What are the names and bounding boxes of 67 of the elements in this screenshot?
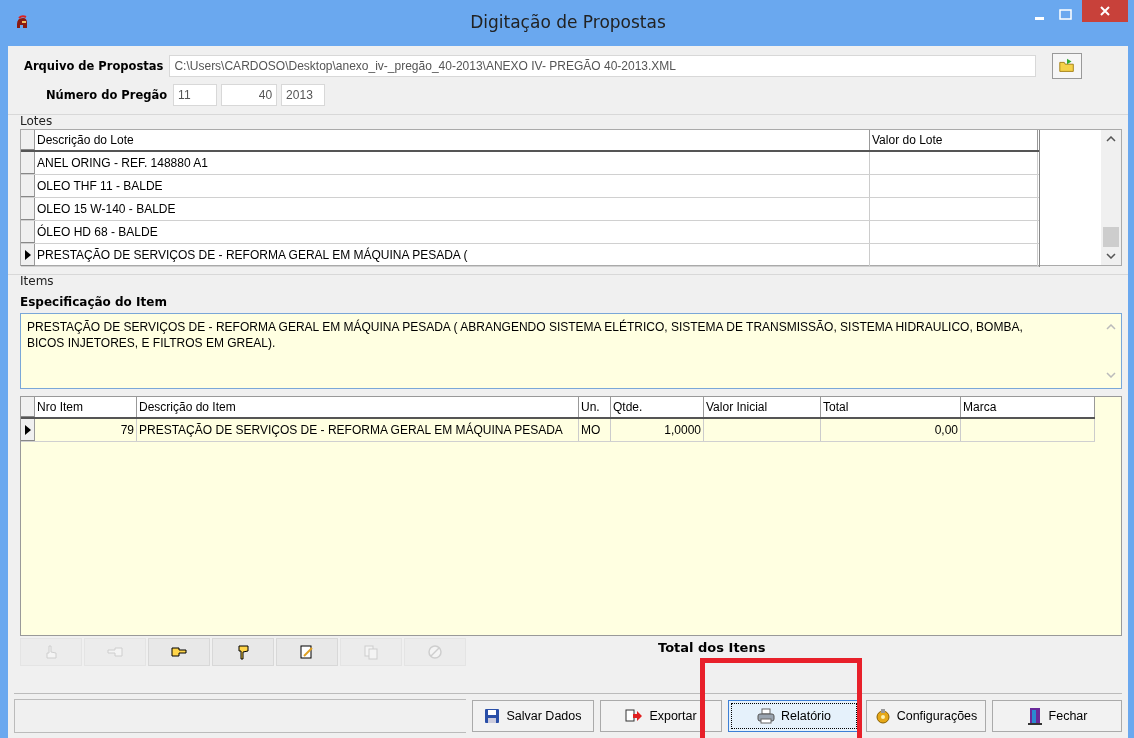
table-cell[interactable]: 79 xyxy=(35,419,137,441)
row-header-cell[interactable] xyxy=(21,244,35,266)
hand-icon xyxy=(235,644,251,660)
field-label: Número do Pregão xyxy=(46,88,168,102)
table-cell[interactable]: ANEL ORING - REF. 148880 A1 xyxy=(35,152,870,174)
config-button[interactable]: Configurações xyxy=(866,700,986,732)
scroll-up-icon[interactable] xyxy=(1106,136,1116,142)
pregao-number-field[interactable]: 11 xyxy=(173,84,218,106)
table-cell[interactable]: OLEO 15 W-140 - BALDE xyxy=(35,198,870,220)
table-cell[interactable]: 1,0000 xyxy=(611,419,704,441)
column-header[interactable]: Marca xyxy=(961,397,1095,417)
row-header-cell[interactable] xyxy=(21,221,35,243)
scroll-thumb[interactable] xyxy=(1103,227,1119,247)
row-header-cell[interactable] xyxy=(21,175,35,197)
pregao-number-field[interactable]: 2013 xyxy=(281,84,326,106)
table-cell[interactable]: PRESTAÇÃO DE SERVIÇOS DE - REFORMA GERAL EM MÁQUINA PESADA ( xyxy=(35,244,870,266)
table-cell[interactable]: ÓLEO HD 68 - BALDE xyxy=(35,221,870,243)
table-cell[interactable]: OLEO THF 11 - BALDE xyxy=(35,175,870,197)
hand-icon xyxy=(43,644,59,660)
window-title: Digitação de Propostas xyxy=(470,12,666,32)
nav-down-button[interactable] xyxy=(212,638,274,666)
printer-icon xyxy=(757,708,775,724)
table-cell[interactable]: 0,00 xyxy=(821,419,961,441)
gear-hand-icon xyxy=(874,708,891,724)
column-header[interactable]: Un. xyxy=(579,397,611,417)
scrollbar[interactable] xyxy=(1101,130,1121,265)
close-button[interactable] xyxy=(1082,0,1128,22)
column-header[interactable]: Descrição do Item xyxy=(137,397,579,417)
table-cell[interactable]: MO xyxy=(579,419,611,441)
column-header[interactable]: Total xyxy=(821,397,961,417)
field-label: Arquivo de Propostas xyxy=(24,59,164,73)
document-edit-icon xyxy=(299,644,315,660)
column-header[interactable]: Descrição do Lote xyxy=(35,130,870,150)
row-header-cell[interactable] xyxy=(21,198,35,220)
row-pointer-icon xyxy=(23,423,32,436)
close-icon xyxy=(1100,6,1110,16)
row-header-cell[interactable] xyxy=(21,419,35,441)
column-header[interactable]: Valor Inicial xyxy=(704,397,821,417)
row-pointer-icon xyxy=(23,248,32,261)
export-arrow-icon xyxy=(625,708,644,724)
folder-icon xyxy=(1058,57,1077,75)
print-button[interactable]: Relatório xyxy=(728,700,860,732)
column-header[interactable]: Qtde. xyxy=(611,397,704,417)
app-helmet-icon xyxy=(14,15,30,31)
nav-edit-button[interactable] xyxy=(276,638,338,666)
nav-right-button[interactable] xyxy=(148,638,210,666)
column-header[interactable]: Valor do Lote xyxy=(870,130,1038,150)
table-cell[interactable]: PRESTAÇÃO DE SERVIÇOS DE - REFORMA GERAL EM MÁQUINA PESADA xyxy=(137,419,579,441)
file-path-field[interactable]: C:\Users\CARDOSO\Desktop\anexo_iv-_pregão_40-2013\ANEXO IV- PREGÃO 40-2013.XML xyxy=(169,55,1037,77)
open-folder-button[interactable] xyxy=(1052,53,1083,79)
group-title: Items xyxy=(20,274,54,288)
cancel-icon xyxy=(427,644,443,660)
hand-icon xyxy=(107,644,123,660)
scroll-down-icon[interactable] xyxy=(1106,253,1116,259)
hand-icon xyxy=(171,644,187,660)
corner-header-cell xyxy=(21,130,35,150)
door-exit-icon xyxy=(1026,707,1043,725)
close-button[interactable]: Fechar xyxy=(992,700,1122,732)
group-title: Lotes xyxy=(20,114,53,128)
total-label: Total dos Itens xyxy=(658,639,766,655)
pregao-number-field[interactable]: 40 xyxy=(221,84,278,106)
export-button[interactable]: Exportar xyxy=(600,700,722,732)
documents-icon xyxy=(363,644,379,660)
field-label: Especificação do Item xyxy=(20,295,168,309)
column-header[interactable]: Nro Item xyxy=(35,397,137,417)
save-button[interactable]: Salvar Dados xyxy=(472,700,594,732)
row-header-cell[interactable] xyxy=(21,152,35,174)
